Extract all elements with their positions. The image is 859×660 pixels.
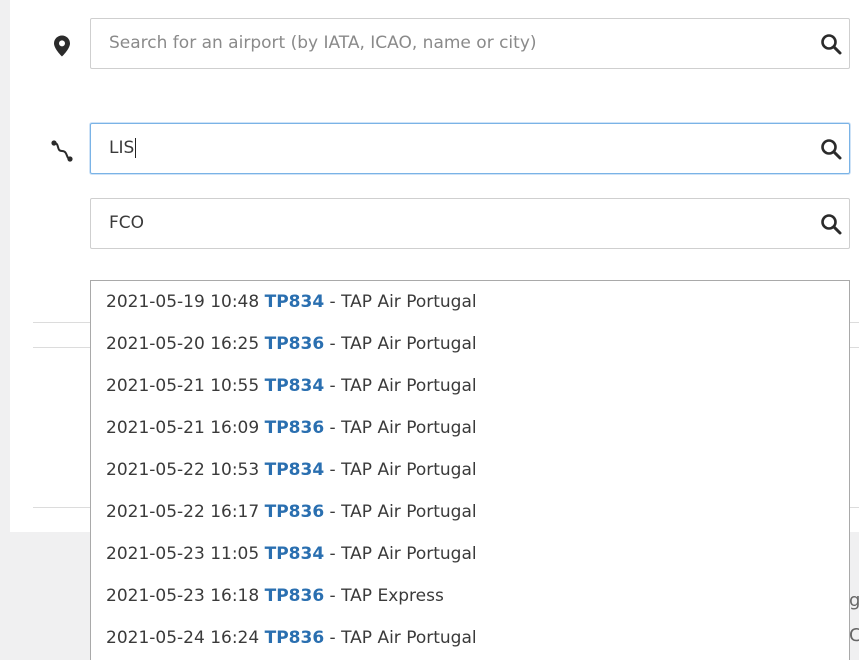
suggestion-separator: - [324,586,342,606]
suggestion-flight[interactable]: TP834 [265,376,325,396]
suggestion-flight[interactable]: TP834 [265,460,325,480]
clipped-text-fragment: g [849,590,859,611]
suggestion-separator: - [324,460,342,480]
origin-airport-field[interactable]: LIS [90,123,850,174]
destination-airport-input[interactable]: FCO [109,199,144,248]
suggestion-item[interactable]: 2021-05-21 10:55 TP834 - TAP Air Portuga… [91,365,849,407]
suggestion-separator: - [324,292,342,312]
suggestion-datetime: 2021-05-23 11:05 [106,544,260,564]
suggestion-datetime: 2021-05-22 10:53 [106,460,260,480]
suggestion-flight[interactable]: TP836 [265,586,325,606]
origin-airport-input[interactable]: LIS [109,124,137,173]
suggestion-separator: - [324,376,342,396]
airport-search-input[interactable]: Search for an airport (by IATA, ICAO, na… [109,19,537,68]
suggestion-item[interactable]: 2021-05-22 10:53 TP834 - TAP Air Portuga… [91,449,849,491]
suggestion-airline: TAP Air Portugal [341,460,477,480]
suggestion-flight[interactable]: TP836 [265,418,325,438]
suggestion-datetime: 2021-05-23 16:18 [106,586,260,606]
suggestion-item[interactable]: 2021-05-24 16:24 TP836 - TAP Air Portuga… [91,617,849,659]
suggestion-flight[interactable]: TP834 [265,292,325,312]
suggestion-airline: TAP Air Portugal [341,418,477,438]
suggestion-item[interactable]: 2021-05-20 16:25 TP836 - TAP Air Portuga… [91,323,849,365]
suggestion-datetime: 2021-05-22 16:17 [106,502,260,522]
suggestion-airline: TAP Air Portugal [341,292,477,312]
airport-search-field[interactable]: Search for an airport (by IATA, ICAO, na… [90,18,850,69]
suggestion-airline: TAP Express [341,586,444,606]
suggestion-separator: - [324,544,342,564]
suggestion-item[interactable]: 2021-05-21 16:09 TP836 - TAP Air Portuga… [91,407,849,449]
search-icon[interactable] [819,137,843,161]
location-pin-icon [50,34,74,58]
suggestion-item[interactable]: 2021-05-19 10:48 TP834 - TAP Air Portuga… [91,281,849,323]
suggestion-separator: - [324,334,342,354]
search-icon[interactable] [819,32,843,56]
suggestion-item[interactable]: 2021-05-23 11:05 TP834 - TAP Air Portuga… [91,533,849,575]
destination-airport-field[interactable]: FCO [90,198,850,249]
suggestion-flight[interactable]: TP834 [265,544,325,564]
suggestion-flight[interactable]: TP836 [265,334,325,354]
suggestion-airline: TAP Air Portugal [341,544,477,564]
suggestion-datetime: 2021-05-20 16:25 [106,334,260,354]
suggestion-flight[interactable]: TP836 [265,628,325,648]
search-icon[interactable] [819,212,843,236]
suggestion-airline: TAP Air Portugal [341,502,477,522]
suggestion-datetime: 2021-05-19 10:48 [106,292,260,312]
suggestion-datetime: 2021-05-24 16:24 [106,628,260,648]
suggestion-item[interactable]: 2021-05-23 16:18 TP836 - TAP Express [91,575,849,617]
route-icon [50,139,74,163]
suggestion-datetime: 2021-05-21 10:55 [106,376,260,396]
suggestion-separator: - [324,418,342,438]
suggestion-separator: - [324,502,342,522]
text-caret [135,138,137,158]
suggestion-flight[interactable]: TP836 [265,502,325,522]
flight-suggestions-dropdown: 2021-05-19 10:48 TP834 - TAP Air Portuga… [90,280,850,660]
suggestion-airline: TAP Air Portugal [341,628,477,648]
suggestion-separator: - [324,628,342,648]
clipped-text-fragment: C [849,625,859,646]
suggestion-airline: TAP Air Portugal [341,376,477,396]
suggestion-airline: TAP Air Portugal [341,334,477,354]
suggestion-item[interactable]: 2021-05-22 16:17 TP836 - TAP Air Portuga… [91,491,849,533]
suggestion-datetime: 2021-05-21 16:09 [106,418,260,438]
